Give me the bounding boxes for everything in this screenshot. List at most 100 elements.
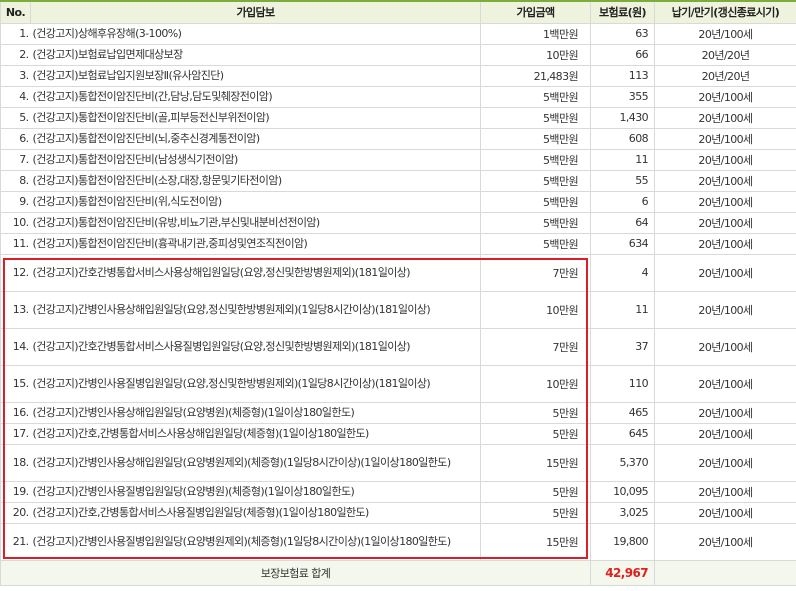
payment-term: 20년/100세 bbox=[654, 522, 796, 561]
coverage-name: (건강고지)보험료납입지원보장Ⅱ(유사암진단) bbox=[30, 64, 481, 87]
row-number: 17. bbox=[0, 422, 31, 445]
premium-amount: 645 bbox=[590, 422, 655, 445]
total-empty-cell bbox=[654, 559, 796, 586]
coverage-amount: 5만원 bbox=[480, 422, 591, 445]
table-row: 8. (건강고지)통합전이암진단비(소장,대장,항문및기타전이암) 5백만원 55 20… bbox=[0, 169, 796, 192]
table-row: 7. (건강고지)통합전이암진단비(남성생식기전이암) 5백만원 11 20년/100세 bbox=[0, 148, 796, 171]
premium-amount: 5,370 bbox=[590, 443, 655, 482]
row-number: 13. bbox=[0, 290, 31, 329]
payment-term: 20년/100세 bbox=[654, 190, 796, 213]
table-row: 20. (건강고지)간호,간병통합서비스사용질병입원일당(체증형)(1일이상180… bbox=[0, 501, 796, 524]
coverage-name: (건강고지)간병인사용질병입원일당(요양,정신및한방병원제외)(1일당8시간이상… bbox=[30, 364, 481, 403]
payment-term: 20년/20년 bbox=[654, 64, 796, 87]
payment-term: 20년/100세 bbox=[654, 148, 796, 171]
table-body: 1. (건강고지)상해후유장해(3-100%) 1백만원 63 20년/100세 2. (건… bbox=[0, 22, 796, 561]
coverage-name: (건강고지)보험료납입면제대상보장 bbox=[30, 43, 481, 66]
coverage-amount: 1백만원 bbox=[480, 22, 591, 45]
premium-amount: 10,095 bbox=[590, 480, 655, 503]
premium-amount: 55 bbox=[590, 169, 655, 192]
table-row: 9. (건강고지)통합전이암진단비(위,식도전이암) 5백만원 6 20년/100세 bbox=[0, 190, 796, 213]
header-coverage: 가입담보 bbox=[30, 0, 481, 24]
premium-amount: 63 bbox=[590, 22, 655, 45]
payment-term: 20년/100세 bbox=[654, 169, 796, 192]
table-row: 2. (건강고지)보험료납입면제대상보장 10만원 66 20년/20년 bbox=[0, 43, 796, 66]
premium-amount: 355 bbox=[590, 85, 655, 108]
table-row: 6. (건강고지)통합전이암진단비(뇌,중추신경계통전이암) 5백만원 608 20년/… bbox=[0, 127, 796, 150]
coverage-name: (건강고지)간병인사용질병입원일당(요양병원)(체증형)(1일이상180일한도) bbox=[30, 480, 481, 503]
table-row: 18. (건강고지)간병인사용상해입원일당(요양병원제외)(체증형)(1일당8시간… bbox=[0, 443, 796, 482]
coverage-amount: 5백만원 bbox=[480, 190, 591, 213]
coverage-name: (건강고지)간병인사용질병입원일당(요양병원제외)(체증형)(1일당8시간이상)… bbox=[30, 522, 481, 561]
payment-term: 20년/100세 bbox=[654, 85, 796, 108]
payment-term: 20년/20년 bbox=[654, 43, 796, 66]
premium-amount: 11 bbox=[590, 148, 655, 171]
header-term: 납기/만기(갱신종료시기) bbox=[654, 0, 796, 24]
coverage-name: (건강고지)통합전이암진단비(남성생식기전이암) bbox=[30, 148, 481, 171]
table-row: 13. (건강고지)간병인사용상해입원일당(요양,정신및한방병원제외)(1일당8시… bbox=[0, 290, 796, 329]
premium-amount: 113 bbox=[590, 64, 655, 87]
coverage-name: (건강고지)간병인사용상해입원일당(요양병원)(체증형)(1일이상180일한도) bbox=[30, 401, 481, 424]
row-number: 12. bbox=[0, 253, 31, 292]
row-number: 10. bbox=[0, 211, 31, 234]
row-number: 8. bbox=[0, 169, 31, 192]
coverage-name: (건강고지)간호간병통합서비스사용상해입원일당(요양,정신및한방병원제외)(18… bbox=[30, 253, 481, 292]
payment-term: 20년/100세 bbox=[654, 127, 796, 150]
payment-term: 20년/100세 bbox=[654, 422, 796, 445]
row-number: 18. bbox=[0, 443, 31, 482]
coverage-name: (건강고지)통합전이암진단비(유방,비뇨기관,부신및내분비선전이암) bbox=[30, 211, 481, 234]
coverage-name: (건강고지)간병인사용상해입원일당(요양,정신및한방병원제외)(1일당8시간이상… bbox=[30, 290, 481, 329]
payment-term: 20년/100세 bbox=[654, 106, 796, 129]
total-row: 보장보험료 합계 42,967 bbox=[0, 559, 796, 586]
coverage-amount: 10만원 bbox=[480, 43, 591, 66]
payment-term: 20년/100세 bbox=[654, 401, 796, 424]
row-number: 16. bbox=[0, 401, 31, 424]
coverage-name: (건강고지)간병인사용상해입원일당(요양병원제외)(체증형)(1일당8시간이상)… bbox=[30, 443, 481, 482]
payment-term: 20년/100세 bbox=[654, 501, 796, 524]
payment-term: 20년/100세 bbox=[654, 480, 796, 503]
table-row: 1. (건강고지)상해후유장해(3-100%) 1백만원 63 20년/100세 bbox=[0, 22, 796, 45]
row-number: 1. bbox=[0, 22, 31, 45]
total-value: 42,967 bbox=[590, 559, 655, 586]
table-row: 10. (건강고지)통합전이암진단비(유방,비뇨기관,부신및내분비선전이암) 5백만… bbox=[0, 211, 796, 234]
coverage-amount: 5만원 bbox=[480, 401, 591, 424]
table-row: 19. (건강고지)간병인사용질병입원일당(요양병원)(체증형)(1일이상180일… bbox=[0, 480, 796, 503]
payment-term: 20년/100세 bbox=[654, 211, 796, 234]
table-row: 17. (건강고지)간호,간병통합서비스사용상해입원일당(체증형)(1일이상180… bbox=[0, 422, 796, 445]
total-label: 보장보험료 합계 bbox=[0, 559, 591, 586]
table-row: 3. (건강고지)보험료납입지원보장Ⅱ(유사암진단) 21,483원 113 20년/2… bbox=[0, 64, 796, 87]
row-number: 5. bbox=[0, 106, 31, 129]
payment-term: 20년/100세 bbox=[654, 290, 796, 329]
payment-term: 20년/100세 bbox=[654, 253, 796, 292]
coverage-amount: 7만원 bbox=[480, 327, 591, 366]
row-number: 21. bbox=[0, 522, 31, 561]
table-row: 11. (건강고지)통합전이암진단비(흉곽내기관,중피성및연조직전이암) 5백만원 6… bbox=[0, 232, 796, 255]
coverage-name: (건강고지)통합전이암진단비(뇌,중추신경계통전이암) bbox=[30, 127, 481, 150]
coverage-amount: 5만원 bbox=[480, 480, 591, 503]
table-row: 12. (건강고지)간호간병통합서비스사용상해입원일당(요양,정신및한방병원제외)… bbox=[0, 253, 796, 292]
premium-amount: 11 bbox=[590, 290, 655, 329]
premium-amount: 1,430 bbox=[590, 106, 655, 129]
row-number: 14. bbox=[0, 327, 31, 366]
payment-term: 20년/100세 bbox=[654, 443, 796, 482]
coverage-name: (건강고지)통합전이암진단비(골,피부등전신부위전이암) bbox=[30, 106, 481, 129]
coverage-name: (건강고지)통합전이암진단비(흉곽내기관,중피성및연조직전이암) bbox=[30, 232, 481, 255]
coverage-amount: 5백만원 bbox=[480, 211, 591, 234]
header-no: No. bbox=[0, 0, 31, 24]
row-number: 20. bbox=[0, 501, 31, 524]
coverage-amount: 5백만원 bbox=[480, 148, 591, 171]
header-premium: 보험료(원) bbox=[590, 0, 655, 24]
coverage-name: (건강고지)통합전이암진단비(소장,대장,항문및기타전이암) bbox=[30, 169, 481, 192]
coverage-amount: 15만원 bbox=[480, 443, 591, 482]
coverage-amount: 5만원 bbox=[480, 501, 591, 524]
coverage-table-container: No. 가입담보 가입금액 보험료(원) 납기/만기(갱신종료시기) 1. (건강… bbox=[0, 0, 796, 586]
table-header-row: No. 가입담보 가입금액 보험료(원) 납기/만기(갱신종료시기) bbox=[0, 0, 796, 24]
row-number: 2. bbox=[0, 43, 31, 66]
row-number: 6. bbox=[0, 127, 31, 150]
premium-amount: 4 bbox=[590, 253, 655, 292]
table-row: 5. (건강고지)통합전이암진단비(골,피부등전신부위전이암) 5백만원 1,430 2… bbox=[0, 106, 796, 129]
payment-term: 20년/100세 bbox=[654, 327, 796, 366]
coverage-amount: 10만원 bbox=[480, 364, 591, 403]
table-row: 15. (건강고지)간병인사용질병입원일당(요양,정신및한방병원제외)(1일당8시… bbox=[0, 364, 796, 403]
coverage-amount: 7만원 bbox=[480, 253, 591, 292]
coverage-name: (건강고지)상해후유장해(3-100%) bbox=[30, 22, 481, 45]
